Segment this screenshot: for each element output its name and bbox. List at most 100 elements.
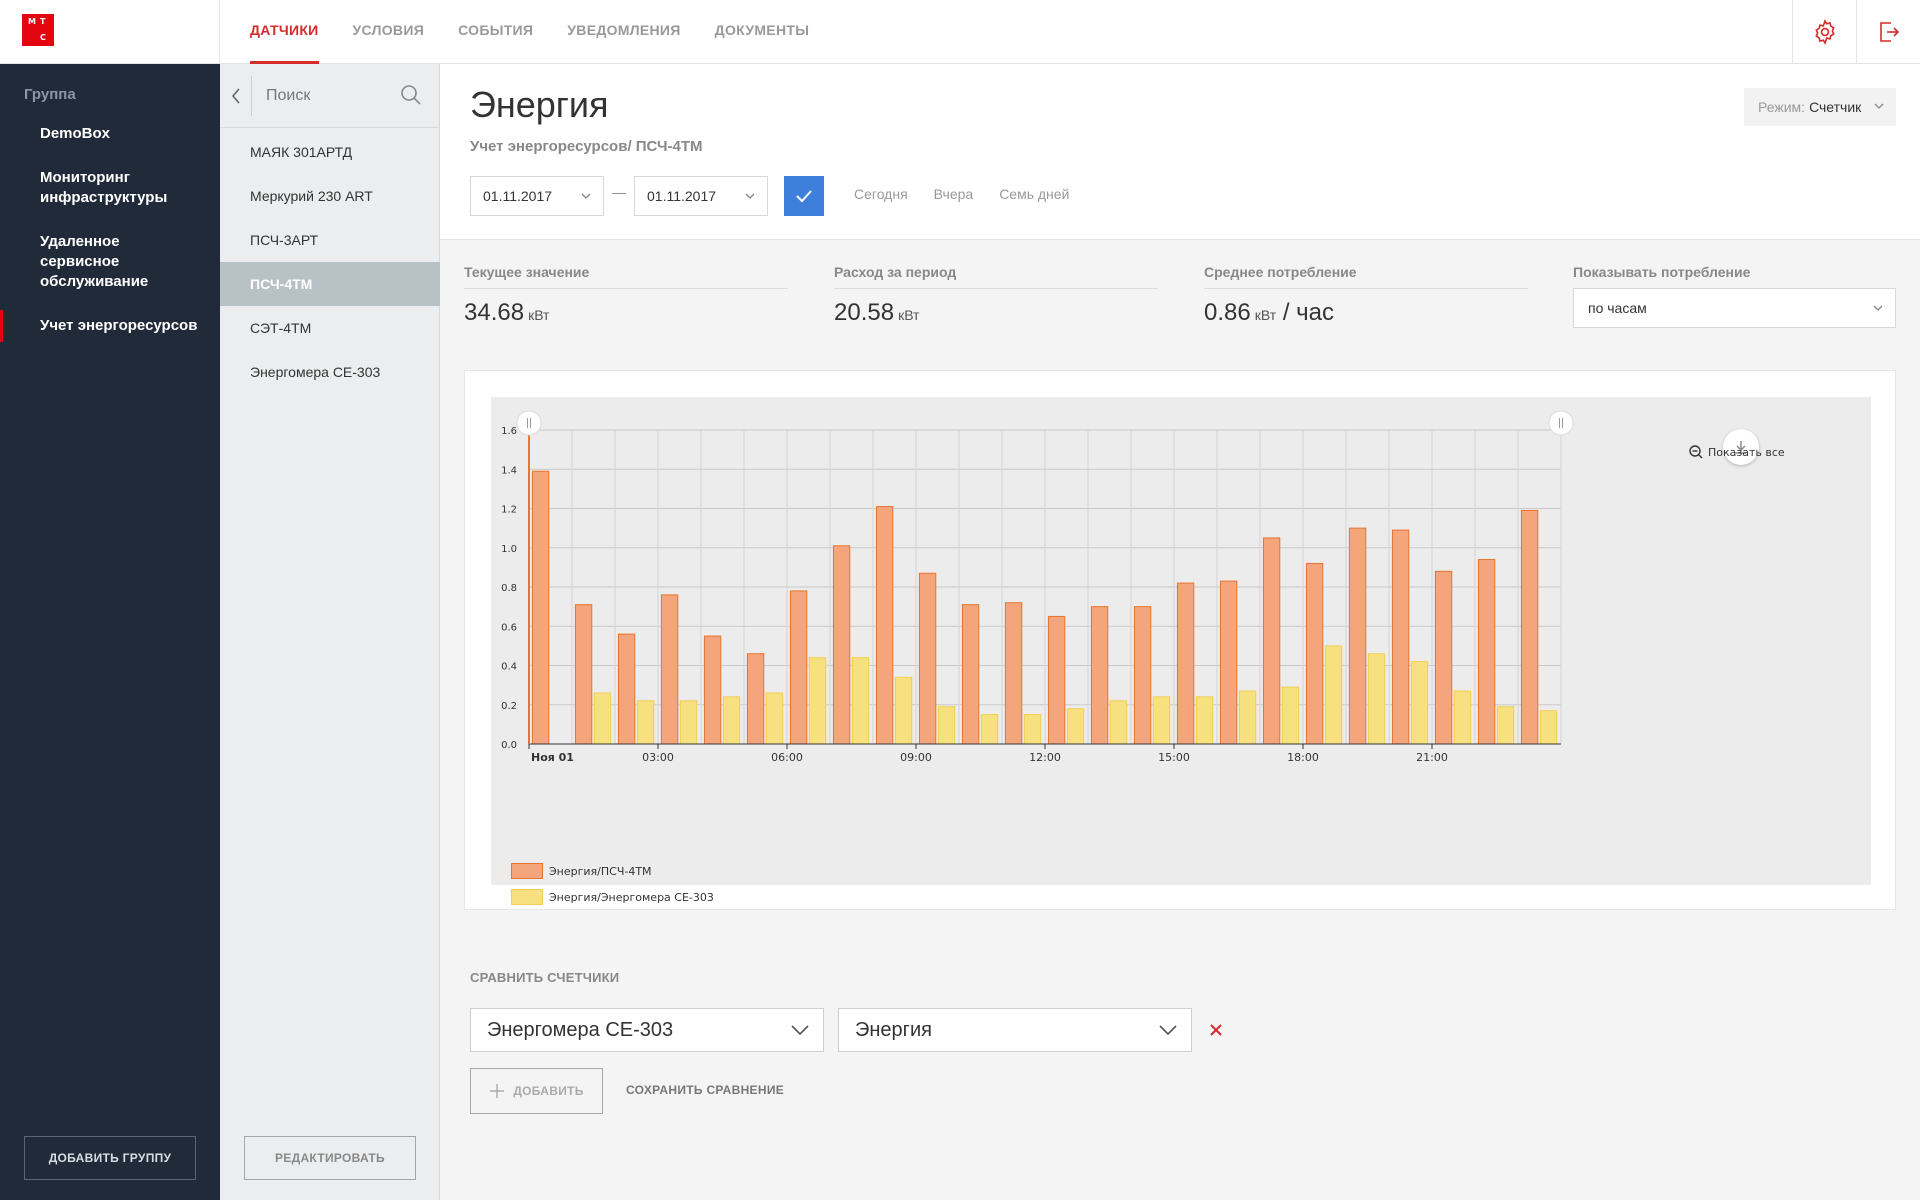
x-tick-label: 03:00 xyxy=(642,751,674,764)
tab-documents[interactable]: ДОКУМЕНТЫ xyxy=(715,0,810,64)
sensor-item[interactable]: ПСЧ-3АРТ xyxy=(220,218,440,262)
stat-suffix: / час xyxy=(1282,299,1334,326)
y-tick-label: 0.8 xyxy=(501,583,517,594)
bar-series-1 xyxy=(1520,509,1539,745)
bar-series-2 xyxy=(1496,706,1515,745)
add-compare-button[interactable]: ДОБАВИТЬ xyxy=(470,1068,603,1114)
bar-series-1 xyxy=(1004,602,1023,745)
tab-sensors[interactable]: ДАТЧИКИ xyxy=(250,0,319,64)
sensor-item-selected[interactable]: ПСЧ-4ТМ xyxy=(220,262,440,306)
stat-value: 0.86 кВт / час xyxy=(1204,299,1528,327)
page-title: Энергия xyxy=(470,84,609,125)
compare-meter-select[interactable]: Энергомера СЕ-303 xyxy=(470,1008,824,1052)
date-to-field[interactable]: 01.11.2017 xyxy=(634,176,768,216)
bar-series-2 xyxy=(980,714,999,745)
date-from-field[interactable]: 01.11.2017 xyxy=(470,176,604,216)
range-seven-days[interactable]: Семь дней xyxy=(999,186,1069,202)
show-all-label: Показать все xyxy=(1708,445,1785,459)
bar-series-2 xyxy=(851,657,870,745)
sensor-item[interactable]: СЭТ-4ТМ xyxy=(220,306,440,350)
x-tick-label: 15:00 xyxy=(1158,751,1190,764)
logo-letter-1: М xyxy=(28,17,36,26)
chevron-left-icon xyxy=(231,88,240,104)
bar-series-2 xyxy=(1281,686,1300,745)
bar-series-2 xyxy=(894,676,913,745)
stat-value: 20.58 кВт xyxy=(834,299,1158,327)
x-tick-label: 21:00 xyxy=(1416,751,1448,764)
bar-series-1 xyxy=(574,604,593,745)
bar-series-1 xyxy=(660,594,679,745)
bar-series-2 xyxy=(1152,696,1171,745)
save-compare-button[interactable]: СОХРАНИТЬ СРАВНЕНИЕ xyxy=(626,1083,784,1097)
legend-item[interactable]: Энергия/ПСЧ-4ТМ xyxy=(511,863,714,879)
bar-series-2 xyxy=(1195,696,1214,745)
bar-series-1 xyxy=(746,653,765,745)
edit-button[interactable]: РЕДАКТИРОВАТЬ xyxy=(244,1136,416,1180)
bar-series-2 xyxy=(765,692,784,745)
sensor-item[interactable]: Энергомера СЕ-303 xyxy=(220,350,440,394)
bar-series-2 xyxy=(1453,690,1472,745)
group-item-remote-service[interactable]: Удаленное сервисное обслуживание xyxy=(0,232,220,292)
add-compare-label: ДОБАВИТЬ xyxy=(513,1084,584,1098)
bar-series-2 xyxy=(636,700,655,745)
mode-select[interactable]: Режим: Счетчик xyxy=(1744,88,1896,126)
y-tick-label: 0.0 xyxy=(501,740,517,751)
y-tick-label: 1.0 xyxy=(501,544,517,555)
remove-compare-button[interactable] xyxy=(1204,1018,1228,1042)
y-tick-label: 0.2 xyxy=(501,701,517,712)
tab-conditions[interactable]: УСЛОВИЯ xyxy=(353,0,425,64)
stat-label: Текущее значение xyxy=(464,264,788,289)
stat-value: 34.68 кВт xyxy=(464,299,788,327)
settings-button[interactable] xyxy=(1792,0,1856,64)
y-tick-label: 0.6 xyxy=(501,622,517,633)
sensor-item[interactable]: Меркурий 230 ART xyxy=(220,174,440,218)
x-tick-label: Ноя 01 xyxy=(531,751,574,764)
stat-period-usage: Расход за период 20.58 кВт xyxy=(834,264,1158,327)
bar-series-1 xyxy=(832,545,851,745)
tab-events[interactable]: СОБЫТИЯ xyxy=(458,0,533,64)
bar-series-2 xyxy=(1324,645,1343,745)
bar-series-1 xyxy=(531,470,550,745)
stat-average: Среднее потребление 0.86 кВт / час xyxy=(1204,264,1528,327)
search-button[interactable] xyxy=(400,84,422,111)
add-group-button[interactable]: ДОБАВИТЬ ГРУППУ xyxy=(24,1136,196,1180)
group-item-energy[interactable]: Учет энергоресурсов xyxy=(0,310,220,342)
consumption-value: по часам xyxy=(1588,300,1647,316)
legend-label: Энергия/ПСЧ-4ТМ xyxy=(549,864,652,878)
group-item-infrastructure[interactable]: Мониторинг инфраструктуры xyxy=(0,168,220,208)
logo-area: М Т С xyxy=(0,0,220,64)
range-handle-left xyxy=(516,410,542,436)
search-input[interactable] xyxy=(266,82,386,110)
y-tick-label: 0.4 xyxy=(501,662,517,673)
sensor-item[interactable]: МАЯК 301АРТД xyxy=(220,130,440,174)
legend-item[interactable]: Энергия/Энергомера СЕ-303 xyxy=(511,889,714,905)
bar-series-1 xyxy=(1219,580,1238,745)
bar-series-1 xyxy=(918,572,937,745)
stat-unit: кВт xyxy=(1254,307,1277,323)
brand-logo[interactable]: М Т С xyxy=(22,14,54,46)
bar-series-2 xyxy=(1539,710,1558,745)
main-content: Энергия Учет энергоресурсов/ ПСЧ-4ТМ Реж… xyxy=(440,64,1920,1200)
mode-value: Счетчик xyxy=(1809,99,1862,115)
range-today[interactable]: Сегодня xyxy=(854,186,908,202)
logout-button[interactable] xyxy=(1856,0,1920,64)
range-yesterday[interactable]: Вчера xyxy=(934,186,974,202)
stat-number: 0.86 xyxy=(1204,299,1251,326)
chevron-down-icon xyxy=(1874,103,1884,109)
legend-label: Энергия/Энергомера СЕ-303 xyxy=(549,890,714,904)
apply-dates-button[interactable] xyxy=(784,176,824,216)
back-button[interactable] xyxy=(220,76,252,116)
checkmark-icon xyxy=(796,190,812,203)
bar-series-1 xyxy=(1133,606,1152,745)
tab-notifications[interactable]: УВЕДОМЛЕНИЯ xyxy=(567,0,680,64)
show-all-button[interactable]: Показать все xyxy=(1689,445,1785,459)
group-item-demobox[interactable]: DemoBox xyxy=(0,124,220,144)
consumption-select[interactable]: по часам xyxy=(1573,288,1896,328)
bar-series-2 xyxy=(937,706,956,745)
compare-metric-select[interactable]: Энергия xyxy=(838,1008,1192,1052)
sensor-items: МАЯК 301АРТД Меркурий 230 ART ПСЧ-3АРТ П… xyxy=(220,130,440,394)
bar-series-1 xyxy=(1047,615,1066,745)
chart-legend: Энергия/ПСЧ-4ТМ Энергия/Энергомера СЕ-30… xyxy=(511,863,714,915)
chevron-down-icon xyxy=(791,1025,809,1036)
bar-series-1 xyxy=(1176,582,1195,745)
